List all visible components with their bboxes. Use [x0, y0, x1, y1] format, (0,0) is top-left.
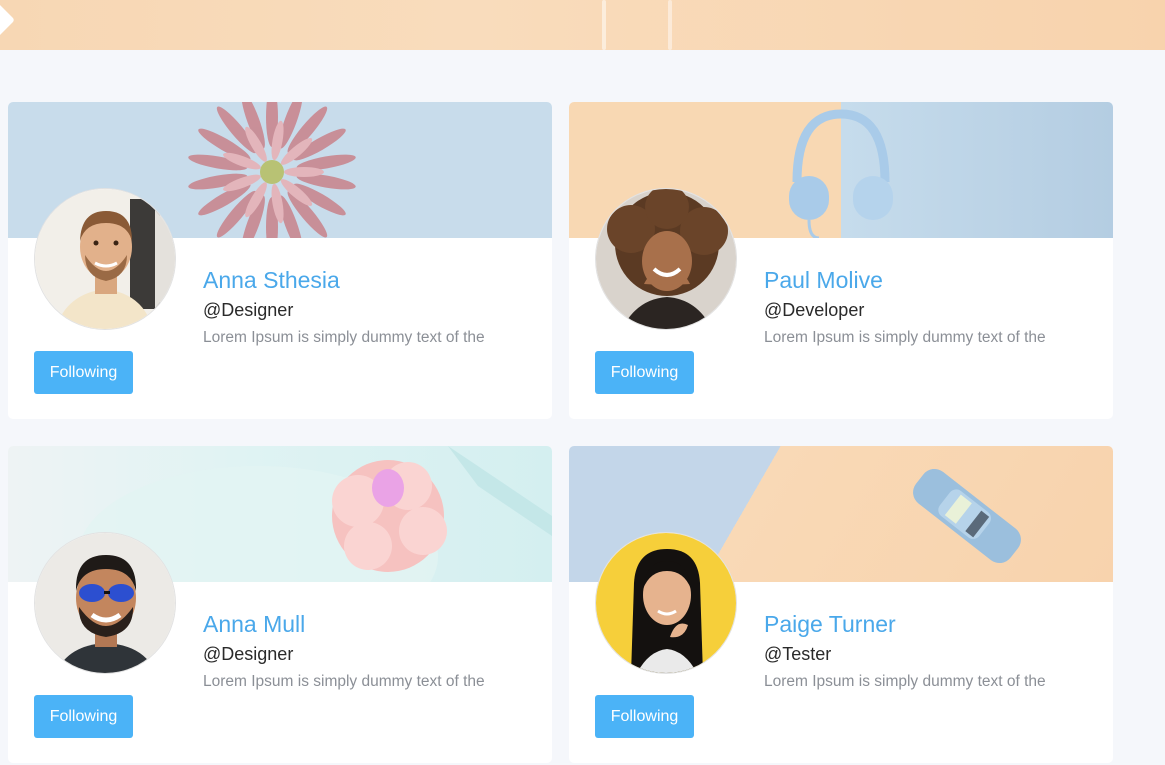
profile-bio: Lorem Ipsum is simply dummy text of the: [203, 673, 485, 690]
profile-bio: Lorem Ipsum is simply dummy text of the: [764, 673, 1046, 690]
woman-curly-hair-avatar: [595, 188, 737, 330]
profile-card: Paige Turner @Tester Lorem Ipsum is simp…: [569, 446, 1113, 763]
top-banner-image: [0, 0, 1165, 50]
profile-bio: Lorem Ipsum is simply dummy text of the: [764, 329, 1046, 346]
following-button[interactable]: Following: [595, 351, 694, 394]
banner-arrow-icon[interactable]: [0, 3, 15, 37]
profile-card: Anna Mull @Designer Lorem Ipsum is simpl…: [8, 446, 552, 763]
profile-card: Paul Molive @Developer Lorem Ipsum is si…: [569, 102, 1113, 419]
profile-handle: @Designer: [203, 300, 294, 320]
following-button[interactable]: Following: [34, 351, 133, 394]
profile-handle: @Designer: [203, 644, 294, 664]
woman-yellow-background-avatar: [595, 532, 737, 674]
man-sunglasses-avatar: [34, 532, 176, 674]
man-smiling-avatar: [34, 188, 176, 330]
profile-handle: @Tester: [764, 644, 832, 664]
profile-name[interactable]: Paul Molive: [764, 267, 883, 294]
profile-card: Anna Sthesia @Designer Lorem Ipsum is si…: [8, 102, 552, 419]
profile-name[interactable]: Anna Mull: [203, 611, 305, 638]
profile-name[interactable]: Anna Sthesia: [203, 267, 340, 294]
profile-bio: Lorem Ipsum is simply dummy text of the: [203, 329, 485, 346]
profile-name[interactable]: Paige Turner: [764, 611, 896, 638]
following-button[interactable]: Following: [34, 695, 133, 738]
following-button[interactable]: Following: [595, 695, 694, 738]
profile-handle: @Developer: [764, 300, 865, 320]
